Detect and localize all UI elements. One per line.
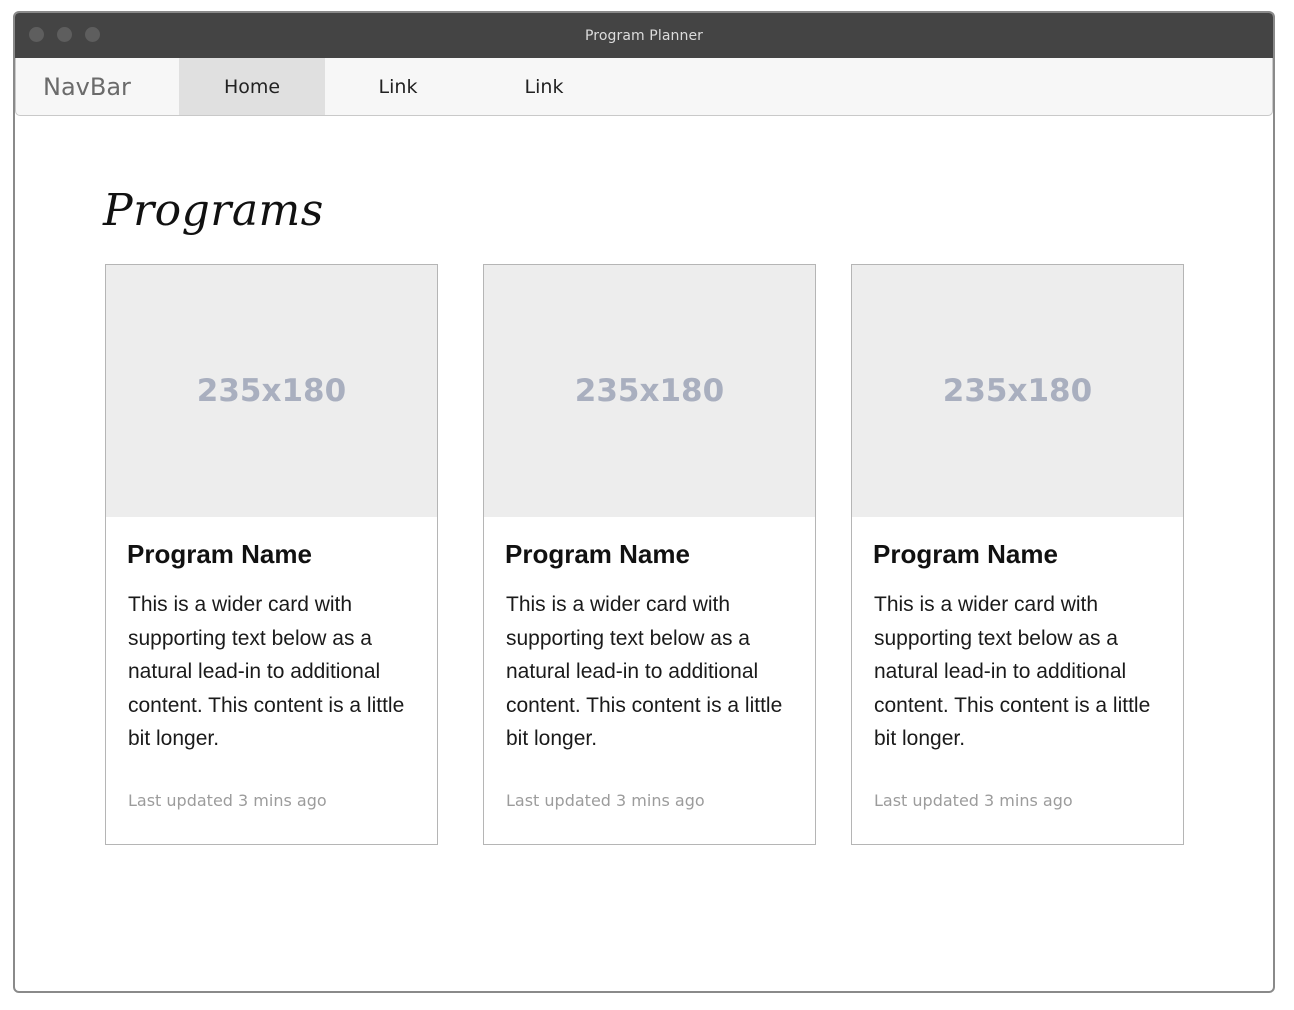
program-card[interactable]: 235x180 Program Name This is a wider car… bbox=[851, 264, 1184, 845]
window-controls bbox=[29, 27, 100, 42]
navbar: NavBar Home Link Link bbox=[15, 58, 1273, 116]
card-image-placeholder: 235x180 bbox=[106, 265, 437, 517]
page-title: Programs bbox=[103, 185, 324, 236]
card-body: Program Name This is a wider card with s… bbox=[106, 517, 437, 756]
card-title: Program Name bbox=[127, 539, 312, 569]
card-text: This is a wider card with supporting tex… bbox=[128, 593, 405, 751]
maximize-window-button[interactable] bbox=[85, 27, 100, 42]
card-image-placeholder: 235x180 bbox=[852, 265, 1183, 517]
minimize-window-button[interactable] bbox=[57, 27, 72, 42]
card-footer: Last updated 3 mins ago bbox=[874, 791, 1073, 810]
card-footer: Last updated 3 mins ago bbox=[506, 791, 705, 810]
program-card[interactable]: 235x180 Program Name This is a wider car… bbox=[105, 264, 438, 845]
card-title: Program Name bbox=[505, 539, 690, 569]
app-window: Program Planner NavBar Home Link Link Pr… bbox=[13, 11, 1275, 993]
program-card[interactable]: 235x180 Program Name This is a wider car… bbox=[483, 264, 816, 845]
window-title: Program Planner bbox=[584, 27, 704, 44]
nav-item-link-2[interactable]: Link bbox=[471, 58, 617, 115]
card-text: This is a wider card with supporting tex… bbox=[874, 593, 1151, 751]
close-window-button[interactable] bbox=[29, 27, 44, 42]
nav-item-home[interactable]: Home bbox=[179, 58, 325, 115]
card-title: Program Name bbox=[873, 539, 1058, 569]
navbar-brand[interactable]: NavBar bbox=[16, 58, 179, 115]
card-footer: Last updated 3 mins ago bbox=[128, 791, 327, 810]
nav-item-link-1[interactable]: Link bbox=[325, 58, 471, 115]
card-text: This is a wider card with supporting tex… bbox=[506, 593, 783, 751]
title-bar: Program Planner bbox=[15, 13, 1273, 58]
card-body: Program Name This is a wider card with s… bbox=[852, 517, 1183, 756]
card-body: Program Name This is a wider card with s… bbox=[484, 517, 815, 756]
card-image-placeholder: 235x180 bbox=[484, 265, 815, 517]
